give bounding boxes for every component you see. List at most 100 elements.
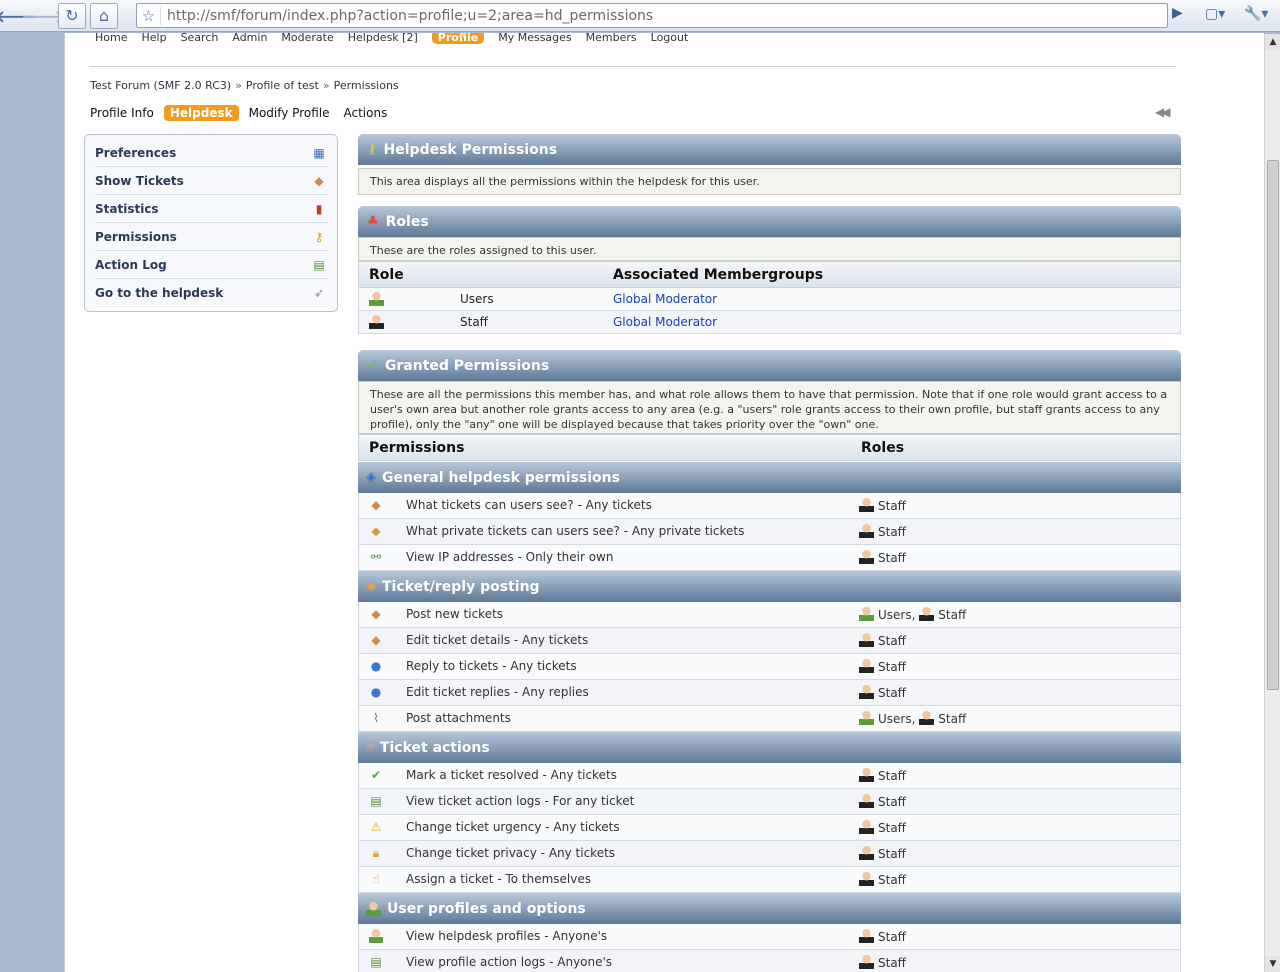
side-item-show-tickets[interactable]: Show Tickets ◆	[95, 167, 327, 195]
page-menu-icon[interactable]: ▢▾	[1205, 6, 1225, 22]
cursor-icon: ➶	[313, 286, 325, 300]
group-user-profiles-header: User profiles and options	[358, 893, 1181, 924]
bar-chart-icon: ▮	[315, 201, 323, 216]
collapse-icon[interactable]: ◀◀	[1155, 105, 1171, 119]
membergroup-link[interactable]: Global Moderator	[613, 315, 717, 329]
side-item-permissions[interactable]: Permissions ⚷	[95, 223, 327, 251]
staff-role-icon	[859, 846, 874, 860]
staff-role-icon	[369, 315, 384, 329]
menu-help[interactable]: Help	[141, 33, 166, 44]
tab-helpdesk[interactable]: Helpdesk	[163, 105, 239, 121]
role-name: Users	[878, 608, 912, 622]
menu-moderate[interactable]: Moderate	[281, 33, 333, 44]
scroll-thumb[interactable]	[1267, 160, 1279, 690]
forward-icon[interactable]: 🡒	[22, 5, 65, 27]
permission-label: Change ticket privacy - Any tickets	[406, 846, 616, 860]
reload-icon[interactable]: ↻	[58, 2, 86, 29]
key-icon: ⚷	[314, 229, 324, 244]
membergroup-link[interactable]: Global Moderator	[613, 292, 717, 306]
menu-my-messages[interactable]: My Messages	[498, 33, 571, 44]
vertical-scrollbar[interactable]: ▲ ▼	[1264, 34, 1280, 972]
breadcrumb-forum[interactable]: Test Forum (SMF 2.0 RC3)	[90, 79, 231, 92]
breadcrumb: Test Forum (SMF 2.0 RC3)» Profile of test…	[90, 79, 399, 92]
side-item-label: Action Log	[95, 257, 167, 272]
col-roles: Roles	[861, 440, 905, 456]
role-name: Staff	[878, 930, 906, 944]
role-name: Staff	[878, 795, 906, 809]
staff-role-icon	[859, 633, 874, 647]
forum-page: Home Help Search Admin Moderate Helpdesk…	[64, 33, 1264, 972]
role-name: Staff	[460, 315, 488, 329]
staff-role-icon	[859, 955, 874, 969]
staff-role-icon	[859, 794, 874, 808]
table-row: ◆ Edit ticket details - Any tickets Staff	[358, 628, 1181, 654]
staff-role-icon	[859, 550, 874, 564]
menu-helpdesk[interactable]: Helpdesk [2]	[348, 33, 418, 44]
roles-cell: Staff	[859, 872, 906, 887]
table-row: 🔒︎ Change ticket privacy - Any tickets Sta…	[358, 841, 1181, 867]
roles-cell: Users, Staff	[859, 607, 966, 622]
side-item-label: Show Tickets	[95, 173, 184, 188]
breadcrumb-permissions[interactable]: Permissions	[334, 79, 399, 92]
table-row: ● Reply to tickets - Any tickets Staff	[358, 654, 1181, 680]
role-separator: ,	[911, 712, 916, 726]
side-item-preferences[interactable]: Preferences ▦	[95, 139, 327, 167]
tab-profile-info[interactable]: Profile Info	[90, 105, 154, 121]
roles-cell: Staff	[859, 929, 906, 944]
roles-description: These are the roles assigned to this use…	[358, 237, 1181, 261]
table-row: ◆ What private tickets can users see? - A…	[358, 519, 1181, 545]
table-row: ⚠ Change ticket urgency - Any tickets Staf…	[358, 815, 1181, 841]
ticket-icon: ◆	[371, 498, 381, 512]
role-name: Staff	[878, 499, 906, 513]
staff-role-icon	[859, 498, 874, 512]
menu-logout[interactable]: Logout	[651, 33, 689, 44]
staff-role-icon	[859, 929, 874, 943]
permission-label: View ticket action logs - For any ticket	[406, 794, 635, 808]
side-item-statistics[interactable]: Statistics ▮	[95, 195, 327, 223]
user-role-icon	[369, 292, 384, 306]
go-icon[interactable]: ▶	[1172, 5, 1183, 21]
log-icon: ▤	[370, 955, 382, 969]
permission-label: Assign a ticket - To themselves	[406, 872, 591, 886]
top-menu: Home Help Search Admin Moderate Helpdesk…	[95, 33, 702, 44]
roles-cell: Staff	[859, 633, 906, 648]
breadcrumb-profile[interactable]: Profile of test	[246, 79, 319, 92]
roles-cell: Staff	[859, 685, 906, 700]
tab-actions[interactable]: Actions	[343, 105, 387, 121]
tab-modify-profile[interactable]: Modify Profile	[249, 105, 330, 121]
address-bar[interactable]: ☆ http://smf/forum/index.php?action=prof…	[136, 3, 1168, 28]
table-row: Users Global Moderator	[358, 288, 1181, 311]
table-row: ● Edit ticket replies - Any replies Staff	[358, 680, 1181, 706]
role-name: Staff	[878, 847, 906, 861]
star-icon[interactable]: ☆	[137, 6, 161, 25]
helpdesk-permissions-description: This area displays all the permissions w…	[358, 168, 1181, 195]
ticket-add-icon: ◆	[366, 579, 376, 594]
roles-cell: Staff	[859, 794, 906, 809]
divider	[89, 66, 1176, 67]
side-item-go-to-helpdesk[interactable]: Go to the helpdesk ➶	[95, 279, 327, 307]
side-item-label: Permissions	[95, 229, 177, 244]
url-text[interactable]: http://smf/forum/index.php?action=profil…	[167, 8, 653, 24]
tools-icon[interactable]: 🔧▾	[1244, 6, 1268, 22]
group-title: Ticket/reply posting	[382, 578, 540, 595]
scroll-down-icon[interactable]: ▼	[1265, 956, 1280, 972]
paperclip-icon: ⌇	[373, 711, 379, 725]
hand-pointer-icon: ☝	[372, 872, 380, 886]
side-item-label: Statistics	[95, 201, 159, 216]
menu-admin[interactable]: Admin	[232, 33, 267, 44]
roles-icon: ♣	[367, 214, 379, 229]
group-posting-header: ◆ Ticket/reply posting	[358, 571, 1181, 602]
roles-cell: Staff	[859, 550, 906, 565]
permission-label: Reply to tickets - Any tickets	[406, 659, 577, 673]
side-item-action-log[interactable]: Action Log ▤	[95, 251, 327, 279]
menu-search[interactable]: Search	[181, 33, 219, 44]
menu-home[interactable]: Home	[95, 33, 127, 44]
home-icon[interactable]: ⌂	[90, 2, 118, 29]
scroll-up-icon[interactable]: ▲	[1265, 34, 1280, 50]
table-row: ▤ View ticket action logs - For any ticke…	[358, 789, 1181, 815]
role-name: Staff	[878, 956, 906, 970]
menu-profile[interactable]: Profile	[431, 33, 485, 44]
network-icon: ⚯	[370, 550, 382, 564]
menu-members[interactable]: Members	[586, 33, 637, 44]
staff-role-icon	[919, 607, 935, 621]
